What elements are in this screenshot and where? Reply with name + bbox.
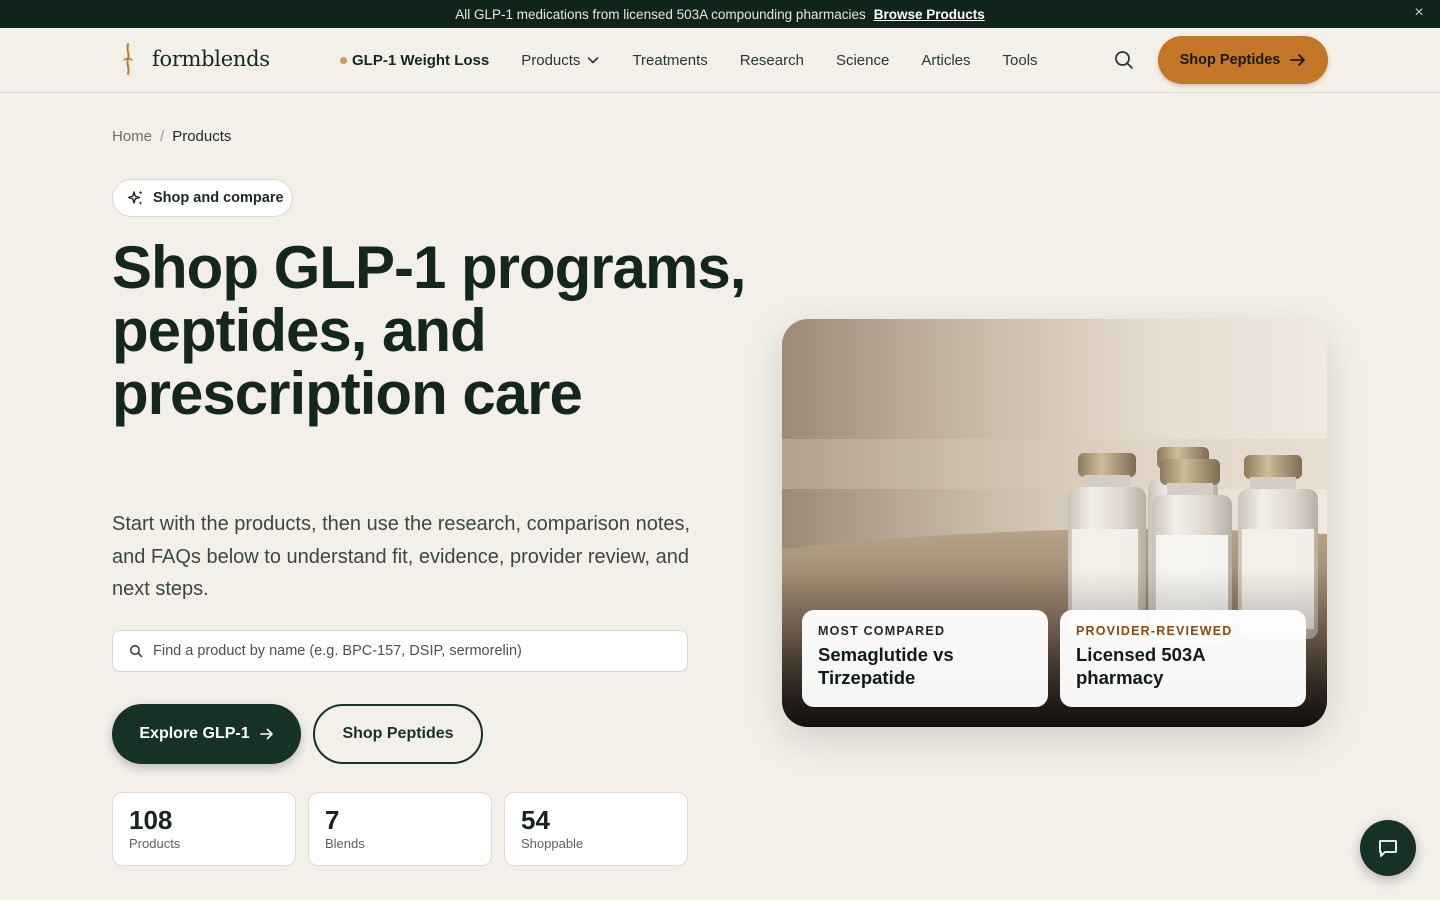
nav-item-glp1-weight-loss[interactable]: GLP-1 Weight Loss <box>340 52 489 69</box>
shop-peptides-label: Shop Peptides <box>1179 52 1281 68</box>
product-search <box>112 630 688 672</box>
sparkles-icon <box>127 190 143 205</box>
nav-item-label: Treatments <box>632 51 708 69</box>
stat-label: Blends <box>325 836 365 851</box>
breadcrumb-home[interactable]: Home <box>112 128 152 145</box>
page-title: Shop GLP-1 programs, peptides, and presc… <box>112 234 746 427</box>
product-search-input[interactable] <box>153 643 673 659</box>
arrow-right-icon <box>259 728 273 740</box>
info-card-most-compared[interactable]: MOST COMPARED Semaglutide vs Tirzepatide <box>802 610 1048 707</box>
chat-button[interactable] <box>1360 820 1416 876</box>
info-card-kicker: PROVIDER-REVIEWED <box>1076 624 1233 638</box>
arrow-right-icon <box>1290 54 1306 66</box>
shop-peptides-button[interactable]: Shop Peptides <box>1158 36 1328 84</box>
explore-glp1-button[interactable]: Explore GLP-1 <box>112 704 301 764</box>
info-card-kicker: MOST COMPARED <box>818 624 946 638</box>
breadcrumb: Home / Products <box>112 128 231 145</box>
hero-subtitle: Start with the products, then use the re… <box>112 513 691 600</box>
nav-item-label: Science <box>835 51 890 69</box>
logo[interactable]: formblends <box>120 42 270 76</box>
nav-item-articles[interactable]: Articles <box>921 52 970 69</box>
chevron-down-icon <box>588 57 599 64</box>
nav-item-label: GLP-1 Weight Loss <box>352 51 490 69</box>
status-dot-icon <box>340 56 347 64</box>
shop-compare-pill: Shop and compare <box>112 179 293 217</box>
nav-item-science[interactable]: Science <box>836 52 889 69</box>
stat-label: Products <box>129 836 181 851</box>
nav-item-label: Research <box>739 51 804 69</box>
browse-products-link[interactable]: Browse Products <box>874 7 985 22</box>
nav-item-tools[interactable]: Tools <box>1003 52 1038 69</box>
search-icon[interactable] <box>1112 48 1136 72</box>
nav-item-label: Articles <box>921 51 971 69</box>
announcement-text: All GLP-1 medications from licensed 503A… <box>455 6 866 22</box>
hero-image-card: MOST COMPARED Semaglutide vs Tirzepatide… <box>782 319 1327 727</box>
shop-peptides-secondary-button[interactable]: Shop Peptides <box>313 704 483 764</box>
main-nav: GLP-1 Weight Loss Products Treatments Re… <box>340 28 1038 92</box>
search-icon <box>130 645 143 658</box>
nav-item-label: Products <box>521 51 581 69</box>
breadcrumb-current: Products <box>172 128 232 145</box>
nav-item-treatments[interactable]: Treatments <box>632 52 707 69</box>
stat-label: Shoppable <box>521 836 584 851</box>
breadcrumb-separator: / <box>160 128 165 145</box>
stat-shoppable: 54 Shoppable <box>504 792 688 866</box>
info-card-title: Licensed 503A pharmacy <box>1076 644 1205 688</box>
stat-blends: 7 Blends <box>308 792 492 866</box>
info-card-title: Semaglutide vs Tirzepatide <box>818 644 954 688</box>
stat-value: 108 <box>129 805 173 835</box>
stat-value: 7 <box>325 805 340 835</box>
logo-mark-icon <box>123 43 133 75</box>
stat-value: 54 <box>521 805 550 835</box>
site-header: formblends GLP-1 Weight Loss Products Tr… <box>0 28 1440 93</box>
explore-glp1-label: Explore GLP-1 <box>139 725 250 742</box>
announcement-bar: All GLP-1 medications from licensed 503A… <box>0 0 1440 28</box>
nav-item-products[interactable]: Products <box>521 52 600 69</box>
pill-label: Shop and compare <box>153 190 284 206</box>
nav-item-research[interactable]: Research <box>740 52 804 69</box>
stat-products: 108 Products <box>112 792 296 866</box>
logo-text: formblends <box>152 47 270 71</box>
shop-peptides-secondary-label: Shop Peptides <box>342 725 454 742</box>
nav-item-label: Tools <box>1002 51 1038 69</box>
close-icon[interactable]: × <box>1412 5 1426 21</box>
info-card-provider-reviewed[interactable]: PROVIDER-REVIEWED Licensed 503A pharmacy <box>1060 610 1306 707</box>
chat-icon <box>1379 840 1397 857</box>
